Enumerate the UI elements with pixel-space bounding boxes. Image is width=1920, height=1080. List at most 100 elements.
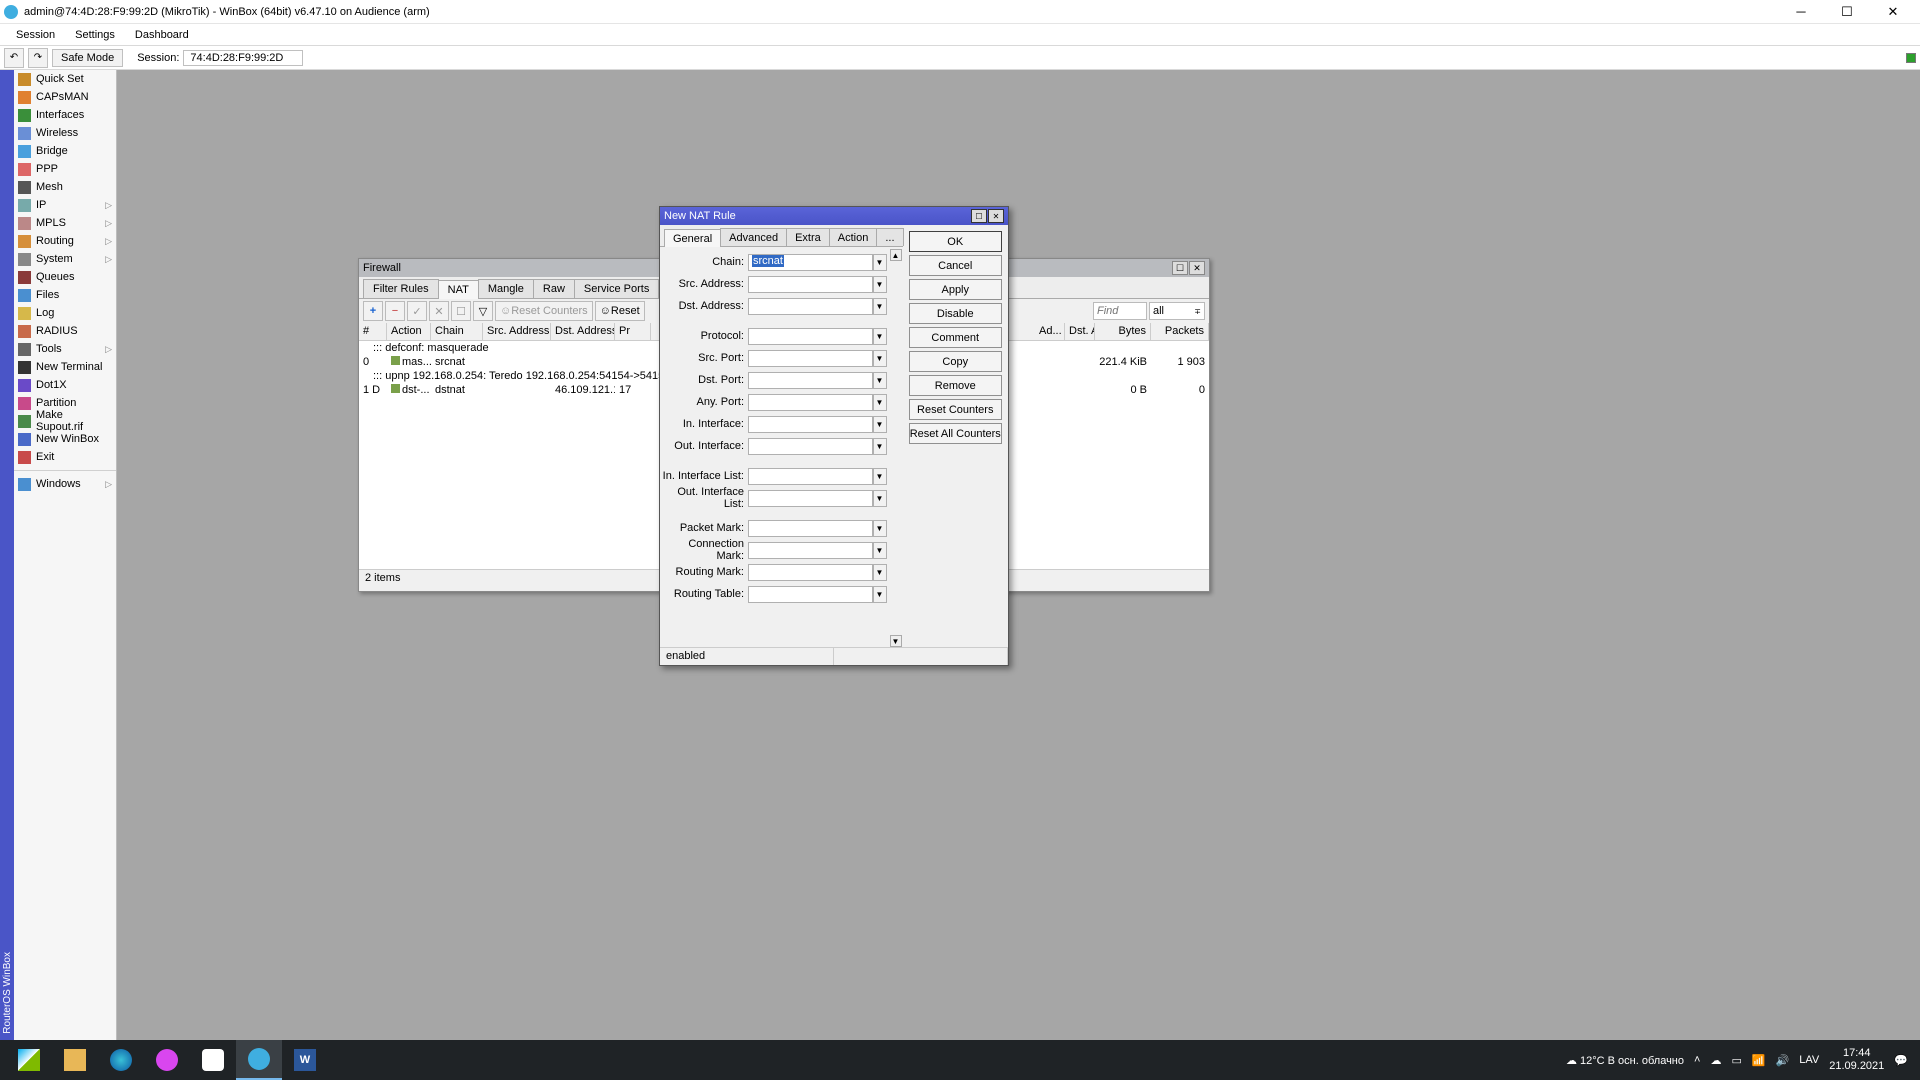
column-header[interactable]: Dst. Ad...: [1065, 323, 1095, 340]
dialog-tab-advanced[interactable]: Advanced: [720, 228, 787, 246]
dialog-tab--[interactable]: ...: [876, 228, 903, 246]
column-header[interactable]: Bytes: [1095, 323, 1151, 340]
column-header[interactable]: Action: [387, 323, 431, 340]
firewall-tab-filter-rules[interactable]: Filter Rules: [363, 279, 439, 298]
tray-onedrive-icon[interactable]: ☁: [1710, 1054, 1721, 1067]
sidebar-item-dot1x[interactable]: Dot1X: [14, 376, 116, 394]
field-input[interactable]: srcnat: [748, 254, 873, 271]
sidebar-item-queues[interactable]: Queues: [14, 268, 116, 286]
firewall-close-button[interactable]: ✕: [1189, 261, 1205, 275]
field-input[interactable]: [748, 438, 873, 455]
minimize-button[interactable]: ─: [1778, 0, 1824, 24]
start-button[interactable]: [6, 1040, 52, 1080]
field-input[interactable]: [748, 520, 873, 537]
sidebar-item-mesh[interactable]: Mesh: [14, 178, 116, 196]
sidebar-item-windows[interactable]: Windows▷: [14, 475, 116, 493]
menu-dashboard[interactable]: Dashboard: [125, 27, 199, 43]
tray-language[interactable]: LAV: [1799, 1054, 1819, 1066]
dialog-maximize-button[interactable]: ☐: [971, 209, 987, 223]
sidebar-item-files[interactable]: Files: [14, 286, 116, 304]
filter-button[interactable]: ▽: [473, 301, 493, 321]
dropdown-button[interactable]: ▼: [873, 394, 887, 411]
enable-button[interactable]: ✓: [407, 301, 427, 321]
sidebar-item-bridge[interactable]: Bridge: [14, 142, 116, 160]
scroll-up-button[interactable]: ▲: [890, 249, 902, 261]
dialog-tab-general[interactable]: General: [664, 229, 721, 247]
dropdown-button[interactable]: ▼: [873, 490, 887, 507]
field-input[interactable]: [748, 564, 873, 581]
sidebar-item-capsman[interactable]: CAPsMAN: [14, 88, 116, 106]
add-button[interactable]: +: [363, 301, 383, 321]
dropdown-button[interactable]: ▼: [873, 350, 887, 367]
dropdown-button[interactable]: ▼: [873, 372, 887, 389]
sidebar-item-quick-set[interactable]: Quick Set: [14, 70, 116, 88]
dropdown-button[interactable]: ▼: [873, 586, 887, 603]
sidebar-item-ip[interactable]: IP▷: [14, 196, 116, 214]
dropdown-button[interactable]: ▼: [873, 254, 887, 271]
tray-battery-icon[interactable]: ▭: [1731, 1054, 1741, 1067]
reset-counters-button[interactable]: ☺ Reset Counters: [495, 301, 593, 321]
taskbar-slack[interactable]: [190, 1040, 236, 1080]
undo-button[interactable]: ↶: [4, 48, 24, 68]
reset-all-button[interactable]: ☺ Reset: [595, 301, 645, 321]
dialog-disable-button[interactable]: Disable: [909, 303, 1002, 324]
column-header[interactable]: Ad...: [1035, 323, 1065, 340]
taskbar-app1[interactable]: [144, 1040, 190, 1080]
firewall-tab-mangle[interactable]: Mangle: [478, 279, 534, 298]
dialog-comment-button[interactable]: Comment: [909, 327, 1002, 348]
scroll-down-button[interactable]: ▼: [890, 635, 902, 647]
menu-session[interactable]: Session: [6, 27, 65, 43]
firewall-tab-service-ports[interactable]: Service Ports: [574, 279, 659, 298]
dialog-reset-counters-button[interactable]: Reset Counters: [909, 399, 1002, 420]
dropdown-button[interactable]: ▼: [873, 520, 887, 537]
menu-settings[interactable]: Settings: [65, 27, 125, 43]
remove-button[interactable]: −: [385, 301, 405, 321]
dropdown-button[interactable]: ▼: [873, 438, 887, 455]
firewall-tab-raw[interactable]: Raw: [533, 279, 575, 298]
sidebar-item-log[interactable]: Log: [14, 304, 116, 322]
sidebar-item-routing[interactable]: Routing▷: [14, 232, 116, 250]
dropdown-button[interactable]: ▼: [873, 564, 887, 581]
dropdown-button[interactable]: ▼: [873, 298, 887, 315]
tray-notifications-icon[interactable]: 💬: [1894, 1054, 1908, 1067]
column-header[interactable]: Chain: [431, 323, 483, 340]
sidebar-item-interfaces[interactable]: Interfaces: [14, 106, 116, 124]
dialog-cancel-button[interactable]: Cancel: [909, 255, 1002, 276]
field-input[interactable]: [748, 490, 873, 507]
field-input[interactable]: [748, 586, 873, 603]
sidebar-item-make-supout-rif[interactable]: Make Supout.rif: [14, 412, 116, 430]
dialog-close-button[interactable]: ✕: [988, 209, 1004, 223]
firewall-tab-nat[interactable]: NAT: [438, 280, 479, 299]
filter-dropdown[interactable]: all∓: [1149, 302, 1205, 320]
firewall-maximize-button[interactable]: ☐: [1172, 261, 1188, 275]
field-input[interactable]: [748, 298, 873, 315]
tray-wifi-icon[interactable]: 📶: [1752, 1054, 1766, 1067]
dropdown-button[interactable]: ▼: [873, 542, 887, 559]
close-button[interactable]: ✕: [1870, 0, 1916, 24]
dropdown-button[interactable]: ▼: [873, 468, 887, 485]
field-input[interactable]: [748, 276, 873, 293]
sidebar-item-exit[interactable]: Exit: [14, 448, 116, 466]
column-header[interactable]: Packets: [1151, 323, 1209, 340]
taskbar-word[interactable]: W: [282, 1040, 328, 1080]
sidebar-item-ppp[interactable]: PPP: [14, 160, 116, 178]
field-input[interactable]: [748, 328, 873, 345]
disable-button[interactable]: ✕: [429, 301, 449, 321]
dropdown-button[interactable]: ▼: [873, 276, 887, 293]
dropdown-button[interactable]: ▼: [873, 416, 887, 433]
field-input[interactable]: [748, 350, 873, 367]
field-input[interactable]: [748, 468, 873, 485]
weather-widget[interactable]: ☁ 12°C В осн. облачно: [1566, 1054, 1684, 1067]
sidebar-item-mpls[interactable]: MPLS▷: [14, 214, 116, 232]
sidebar-item-new-terminal[interactable]: New Terminal: [14, 358, 116, 376]
field-input[interactable]: [748, 416, 873, 433]
column-header[interactable]: Dst. Address: [551, 323, 615, 340]
find-input[interactable]: [1093, 302, 1147, 320]
comment-button[interactable]: ☐: [451, 301, 471, 321]
taskbar-winbox[interactable]: [236, 1040, 282, 1080]
dialog-ok-button[interactable]: OK: [909, 231, 1002, 252]
dialog-header[interactable]: New NAT Rule ☐ ✕: [660, 207, 1008, 225]
dialog-remove-button[interactable]: Remove: [909, 375, 1002, 396]
dialog-tab-action[interactable]: Action: [829, 228, 878, 246]
column-header[interactable]: #: [359, 323, 387, 340]
